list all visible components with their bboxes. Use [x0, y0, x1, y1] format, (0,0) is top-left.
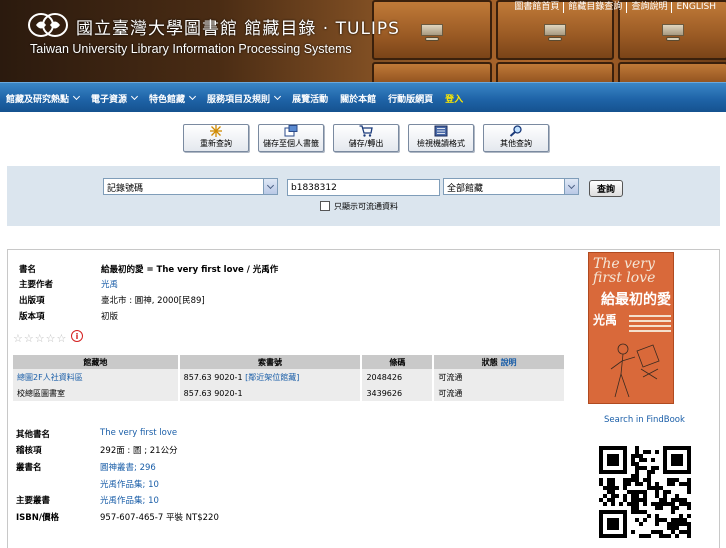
library-select[interactable]: 全部館藏	[443, 178, 579, 195]
record-toolbar: 重新查詢 儲存至個人書籤 儲存/轉出 檢視機讀格式 其他查詢	[183, 124, 549, 152]
nav-item-e-resources[interactable]: 電子資源	[91, 92, 139, 105]
top-links: 圖書館首頁 館藏目錄查詢 查詢說明 ENGLISH	[510, 2, 720, 13]
col-callno: 索書號	[178, 355, 363, 369]
main-series-label: 主要叢書	[16, 496, 51, 506]
save-to-bookmark-button[interactable]: 儲存至個人書籤	[258, 124, 324, 152]
chevron-down-icon	[72, 92, 81, 101]
col-location: 館藏地	[13, 355, 180, 369]
status-help-link[interactable]: 說明	[501, 358, 517, 367]
ntu-library-logo-icon	[28, 13, 68, 37]
english-link[interactable]: ENGLISH	[671, 2, 720, 13]
rating-stars[interactable]: ☆ ☆ ☆ ☆ ☆	[13, 333, 66, 344]
drawer-image	[372, 62, 492, 82]
nav-item-special-collections[interactable]: 特色館藏	[149, 92, 197, 105]
star-icon[interactable]: ☆	[35, 333, 45, 344]
available-only-checkbox[interactable]	[320, 201, 330, 211]
chevron-down-icon	[564, 179, 578, 194]
catalog-search-link[interactable]: 館藏目錄查詢	[563, 2, 626, 13]
location-link[interactable]: 總圖2F人社資料區	[13, 369, 180, 385]
library-home-link[interactable]: 圖書館首頁	[510, 2, 563, 13]
site-title[interactable]: 國立臺灣大學圖書館 館藏目錄 · TULIPS	[76, 14, 400, 39]
findbook-link[interactable]: Search in FindBook	[604, 415, 685, 425]
publisher-label: 出版項	[19, 296, 45, 306]
title-value: 給最初的愛 = The very first love / 光禹作	[101, 265, 279, 275]
isbn-value: 957-607-465-7 平裝 NT$220	[100, 513, 219, 523]
marc-icon	[434, 125, 448, 137]
chevron-down-icon	[130, 92, 139, 101]
series-link[interactable]: 圓神叢書; 296	[100, 461, 156, 473]
illustration-icon	[610, 343, 660, 398]
site-subtitle: Taiwan University Library Information Pr…	[30, 42, 352, 56]
table-row: 總圖2F人社資料區 857.63 9020-1 [鄰近架位館藏] 2048426…	[13, 369, 566, 385]
star-icon[interactable]: ☆	[46, 333, 56, 344]
main-nav: 館藏及研究熱點 電子資源 特色館藏 服務項目及規則 展覽活動 關於本館 行動版網…	[0, 82, 726, 112]
callno-value: 857.63 9020-1	[178, 385, 363, 401]
edition-label: 版本項	[19, 312, 45, 322]
series-label: 叢書名	[16, 463, 42, 473]
other-search-button[interactable]: 其他查詢	[483, 124, 549, 152]
status-value: 可流通	[433, 369, 566, 385]
physical-label: 稽核項	[16, 446, 42, 456]
barcode-value: 2048426	[361, 369, 435, 385]
search-input[interactable]	[287, 179, 440, 196]
publisher-value: 臺北市 : 圓神, 2000[民89]	[101, 296, 205, 306]
nav-item-login[interactable]: 登入	[445, 92, 463, 105]
holdings-table: 館藏地 索書號 條碼 狀態 說明 總圖2F人社資料區 857.63 9020-1…	[13, 355, 566, 401]
other-title-label: 其他書名	[16, 430, 51, 440]
new-search-button[interactable]: 重新查詢	[183, 124, 249, 152]
search-field-select[interactable]: 記錄號碼	[103, 178, 278, 195]
star-icon[interactable]: ☆	[57, 333, 67, 344]
col-status: 狀態 說明	[433, 355, 566, 369]
search-panel: 記錄號碼 全部館藏 查詢 只顯示可流通資料	[7, 166, 720, 226]
save-export-button[interactable]: 儲存/轉出	[333, 124, 399, 152]
author-link[interactable]: 光禹	[101, 278, 118, 290]
cart-icon	[359, 125, 373, 137]
physical-value: 292面 : 圖 ; 21公分	[100, 446, 178, 456]
table-row: 校總區圖書室 857.63 9020-1 3439626 可流通	[13, 385, 566, 401]
isbn-label: ISBN/價格	[16, 513, 59, 523]
other-title-link[interactable]: The very first love	[100, 428, 177, 438]
new-search-icon	[210, 125, 222, 137]
nearby-shelf-link[interactable]: [鄰近架位館藏]	[245, 373, 299, 382]
view-marc-button[interactable]: 檢視機讀格式	[408, 124, 474, 152]
drawer-image	[618, 62, 726, 82]
nav-item-services[interactable]: 服務項目及規則	[207, 92, 282, 105]
chevron-down-icon	[274, 92, 282, 101]
chevron-down-icon	[189, 92, 197, 101]
search-submit-button[interactable]: 查詢	[589, 180, 623, 197]
barcode-value: 3439626	[361, 385, 435, 401]
nav-item-collections[interactable]: 館藏及研究熱點	[6, 92, 81, 105]
drawer-image	[496, 62, 614, 82]
series-link[interactable]: 光禹作品集; 10	[100, 478, 159, 490]
callno-value: 857.63 9020-1	[183, 372, 243, 382]
chevron-down-icon	[263, 179, 277, 194]
nav-item-mobile[interactable]: 行動版網頁	[388, 92, 433, 105]
nav-item-about[interactable]: 關於本館	[340, 92, 376, 105]
edition-value: 初版	[101, 312, 119, 322]
nav-item-exhibitions[interactable]: 展覽活動	[292, 92, 328, 105]
header-banner: 國立臺灣大學圖書館 館藏目錄 · TULIPS Taiwan Universit…	[0, 0, 726, 82]
star-icon[interactable]: ☆	[13, 333, 23, 344]
search-help-link[interactable]: 查詢說明	[626, 2, 671, 13]
star-icon[interactable]: ☆	[24, 333, 34, 344]
info-icon[interactable]: i	[71, 330, 83, 342]
available-only-label: 只顯示可流通資料	[334, 202, 398, 211]
main-series-link[interactable]: 光禹作品集; 10	[100, 494, 159, 506]
author-label: 主要作者	[19, 280, 54, 290]
magnifier-icon	[509, 125, 522, 137]
book-cover-image[interactable]: The very first love 給最初的愛 光禹	[588, 252, 674, 404]
location-value: 校總區圖書室	[13, 385, 180, 401]
col-barcode: 條碼	[361, 355, 435, 369]
status-value: 可流通	[433, 385, 566, 401]
qr-code-icon	[599, 446, 691, 538]
title-label: 書名	[19, 265, 37, 275]
bib-record: 書名 給最初的愛 = The very first love / 光禹作 主要作…	[7, 249, 720, 548]
bookmark-icon	[284, 125, 298, 137]
